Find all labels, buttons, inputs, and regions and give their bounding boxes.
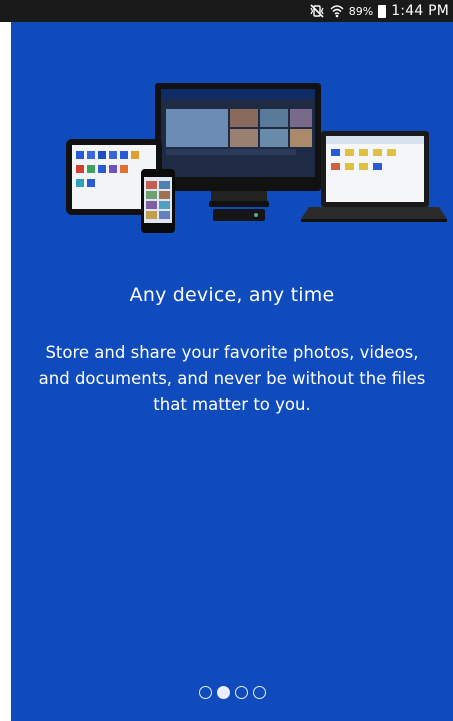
clock: 1:44 PM xyxy=(391,3,449,19)
page-dot-4 xyxy=(252,686,266,699)
battery-icon xyxy=(378,4,387,18)
vibrate-mute-icon xyxy=(309,4,325,18)
console-device xyxy=(213,209,265,221)
page-dot-1 xyxy=(198,686,212,699)
status-bar: 89% 1:44 PM xyxy=(0,0,453,22)
page-dot-3 xyxy=(234,686,248,699)
onboarding-screen[interactable]: Any device, any time Store and share you… xyxy=(11,22,453,721)
page-description: Store and share your favorite photos, vi… xyxy=(38,343,426,414)
phone-device xyxy=(141,169,175,233)
page-indicator xyxy=(11,686,453,699)
devices-illustration xyxy=(66,83,447,233)
laptop-device xyxy=(301,131,447,222)
status-icons: 89% 1:44 PM xyxy=(309,0,449,22)
page-dot-2-active xyxy=(216,686,230,699)
page-title: Any device, any time xyxy=(129,284,335,306)
wifi-icon xyxy=(330,4,344,18)
battery-percent: 89% xyxy=(348,4,374,18)
tv-device xyxy=(155,83,321,207)
